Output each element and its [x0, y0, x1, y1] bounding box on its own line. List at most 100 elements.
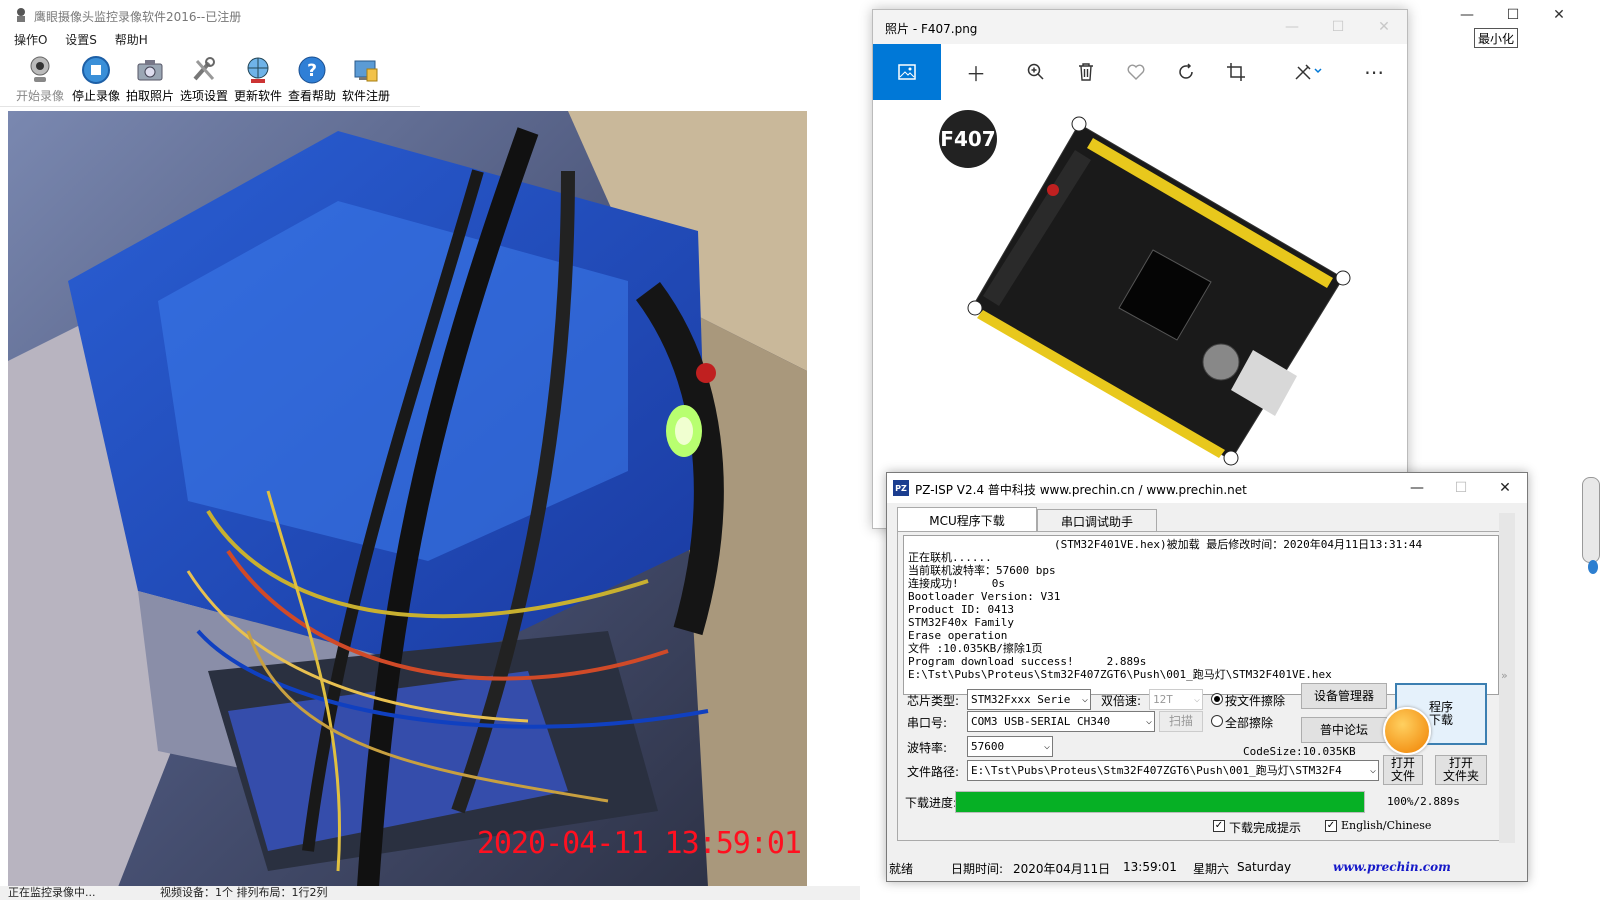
- date-label: 日期时间:: [951, 862, 1004, 876]
- chip-type-select[interactable]: STM32Fxxx Serie ⌵: [967, 689, 1091, 710]
- photos-maximize-button[interactable]: ☐: [1315, 10, 1361, 44]
- device-manager-button[interactable]: 设备管理器: [1301, 683, 1387, 709]
- done-prompt-checkbox[interactable]: ✓: [1213, 820, 1225, 832]
- options-button[interactable]: 选项设置: [176, 55, 232, 107]
- close-button[interactable]: ✕: [1536, 0, 1582, 30]
- more-icon: ⋯: [1364, 60, 1384, 84]
- file-path-select[interactable]: E:\Tst\Pubs\Proteus\Stm32F407ZGT6\Push\0…: [967, 760, 1379, 781]
- tab-serial-assistant[interactable]: 串口调试助手: [1037, 509, 1157, 533]
- chevron-down-icon: ⌵: [1145, 716, 1152, 727]
- register-button[interactable]: 软件注册: [338, 55, 394, 107]
- expand-icon[interactable]: »: [1501, 669, 1508, 682]
- photos-window-title: 照片 - F407.png: [885, 22, 978, 36]
- camera-icon: [137, 60, 163, 81]
- log-line: Erase operation: [908, 629, 1008, 642]
- erase-by-file-radio[interactable]: [1211, 693, 1223, 705]
- scan-button[interactable]: 扫描: [1159, 711, 1203, 732]
- add-icon: ＋: [966, 61, 986, 86]
- tools-icon: [193, 57, 215, 81]
- delete-icon: [1079, 63, 1093, 81]
- chevron-down-icon: ⌵: [1081, 694, 1088, 705]
- image-view-button[interactable]: [873, 44, 941, 100]
- crop-button[interactable]: [1211, 44, 1261, 100]
- zoom-in-button[interactable]: [1011, 44, 1061, 100]
- minimize-icon: —: [1410, 480, 1424, 496]
- erase-by-file-label: 按文件擦除: [1225, 694, 1286, 708]
- ready-status: 就绪: [889, 862, 914, 876]
- stop-record-button[interactable]: 停止录像: [68, 55, 124, 107]
- stm32-board-photo: [967, 116, 1351, 466]
- device-status: 视频设备：1个 排列布局：1行2列: [160, 886, 328, 899]
- double-speed-label: 双倍速:: [1101, 694, 1142, 708]
- desktop-widget-knob: [1588, 560, 1598, 574]
- log-line: Program download success! 2.889s: [908, 655, 1147, 668]
- port-select[interactable]: COM3 USB-SERIAL CH340 ⌵: [967, 711, 1155, 732]
- forum-button[interactable]: 普中论坛: [1301, 717, 1387, 743]
- download-log: (STM32F401VE.hex)被加载 最后修改时间：2020年04月11日1…: [903, 535, 1499, 695]
- camera-status-bar: 正在监控录像中... 视频设备：1个 排列布局：1行2列: [0, 886, 860, 900]
- minimize-button[interactable]: —: [1444, 0, 1490, 30]
- more-button[interactable]: ⋯: [1349, 44, 1399, 100]
- favorite-icon: [1127, 64, 1145, 80]
- photos-title-bar[interactable]: 照片 - F407.png — ☐ ✕: [873, 10, 1407, 44]
- minimize-icon: —: [1460, 7, 1474, 23]
- close-icon: ✕: [1553, 7, 1565, 23]
- help-button[interactable]: ? 查看帮助: [284, 55, 340, 107]
- baud-select[interactable]: 57600 ⌵: [967, 736, 1053, 757]
- erase-all-label: 全部擦除: [1225, 716, 1274, 730]
- app-eye-icon: [17, 8, 25, 22]
- mascot-ball-icon[interactable]: [1383, 707, 1431, 755]
- log-line: STM32F40x Family: [908, 616, 1014, 629]
- open-file-button[interactable]: 打开 文件: [1383, 755, 1423, 785]
- tab-mcu-download[interactable]: MCU程序下载: [897, 507, 1037, 533]
- photos-close-button[interactable]: ✕: [1361, 10, 1407, 44]
- maximize-icon: ☐: [1454, 480, 1468, 496]
- camera-feed: 2020-04-11 13:59:01: [8, 111, 807, 887]
- isp-title-bar[interactable]: PZ PZ-ISP V2.4 普中科技 www.prechin.cn / www…: [887, 473, 1527, 503]
- erase-all-radio[interactable]: [1211, 715, 1223, 727]
- image-view-icon: [898, 64, 916, 80]
- edit-button[interactable]: [1283, 44, 1333, 100]
- add-button[interactable]: ＋: [951, 44, 1001, 100]
- camera-window-title: 鹰眼摄像头监控录像软件2016--已注册: [34, 10, 242, 24]
- start-record-button[interactable]: 开始录像: [12, 55, 68, 107]
- take-photo-button[interactable]: 拍取照片: [122, 55, 178, 107]
- rotate-button[interactable]: [1161, 44, 1211, 100]
- svg-text:?: ?: [307, 61, 317, 81]
- isp-maximize-button[interactable]: ☐: [1439, 473, 1483, 503]
- isp-minimize-button[interactable]: —: [1395, 473, 1439, 503]
- photos-minimize-button[interactable]: —: [1269, 10, 1315, 44]
- log-line: 连接成功! 0s: [908, 577, 1005, 590]
- update-globe-icon: [247, 57, 269, 83]
- update-button[interactable]: 更新软件: [230, 55, 286, 107]
- progress-text: 100%/2.889s: [1387, 795, 1460, 808]
- prechin-website-link[interactable]: www.prechin.com: [1333, 860, 1451, 874]
- download-progress-bar: [955, 791, 1365, 813]
- maximize-button[interactable]: ☐: [1490, 0, 1536, 30]
- pz-isp-window: PZ PZ-ISP V2.4 普中科技 www.prechin.cn / www…: [886, 472, 1528, 882]
- status-weekday-en: Saturday: [1237, 860, 1292, 874]
- desktop-widget: [1582, 477, 1600, 563]
- menu-operate[interactable]: 操作O: [14, 30, 47, 50]
- help-icon: ?: [298, 56, 326, 84]
- menu-help[interactable]: 帮助H: [115, 30, 148, 50]
- maximize-icon: ☐: [1331, 19, 1345, 35]
- log-line: 当前联机波特率：57600 bps: [908, 564, 1056, 577]
- log-line: 正在联机......: [908, 551, 992, 564]
- double-speed-select[interactable]: 12T ⌵: [1149, 689, 1203, 710]
- code-size: CodeSize:10.035KB: [1243, 745, 1356, 758]
- menu-settings[interactable]: 设置S: [65, 30, 97, 50]
- isp-close-button[interactable]: ✕: [1483, 473, 1527, 503]
- language-checkbox[interactable]: ✓: [1325, 820, 1337, 832]
- delete-button[interactable]: [1061, 44, 1111, 100]
- record-status: 正在监控录像中...: [8, 886, 96, 899]
- stop-icon: [82, 56, 110, 84]
- log-line: 文件 :10.035KB/擦除1页: [908, 642, 1043, 655]
- done-prompt-label: 下载完成提示: [1229, 821, 1302, 835]
- crop-icon: [1227, 63, 1245, 81]
- status-date: 2020年04月11日: [1013, 862, 1111, 876]
- open-folder-button[interactable]: 打开 文件夹: [1435, 755, 1487, 785]
- photos-app-window: 照片 - F407.png — ☐ ✕ ＋ ⋯ F407: [872, 9, 1408, 529]
- rotate-icon: [1179, 63, 1193, 79]
- favorite-button[interactable]: [1111, 44, 1161, 100]
